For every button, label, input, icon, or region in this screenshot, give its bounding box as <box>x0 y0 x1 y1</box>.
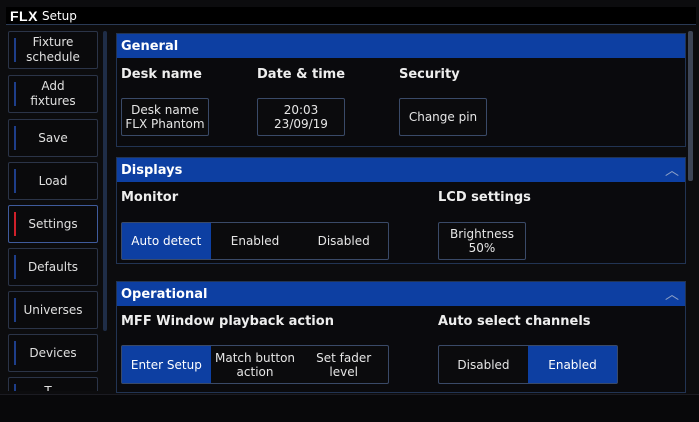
lcd-settings-label: LCD settings <box>438 190 531 205</box>
general-title: General <box>121 38 179 54</box>
auto-select-label: Auto select channels <box>438 314 591 329</box>
window-title: Setup <box>41 8 77 23</box>
mff-option-match-button[interactable]: Match button action <box>211 346 300 383</box>
monitor-option-enabled[interactable]: Enabled <box>211 223 300 259</box>
sidebar-menu: Fixture schedule Add fixtures Save Load … <box>8 31 100 391</box>
monitor-label: Monitor <box>121 190 179 205</box>
auto-option-enabled[interactable]: Enabled <box>528 346 617 383</box>
operational-header[interactable]: Operational ︿ <box>117 282 685 306</box>
chevron-up-icon[interactable]: ︿ <box>665 160 679 180</box>
brightness-button[interactable]: Brightness 50% <box>438 222 526 260</box>
sidebar-item-load[interactable]: Load <box>8 162 98 200</box>
sidebar-item-add-fixtures[interactable]: Add fixtures <box>8 75 98 113</box>
displays-header[interactable]: Displays ︿ <box>117 158 685 182</box>
security-label: Security <box>399 67 460 82</box>
sidebar-item-fixture-schedule[interactable]: Fixture schedule <box>8 31 98 69</box>
chevron-up-icon[interactable]: ︿ <box>665 284 679 304</box>
auto-select-selector: Disabled Enabled <box>438 345 618 384</box>
date-time-label: Date & time <box>257 67 346 82</box>
operational-title: Operational <box>121 286 208 302</box>
date-time-button[interactable]: 20:03 23/09/19 <box>257 98 345 136</box>
general-panel: General Desk name Desk name FLX Phantom … <box>116 33 686 147</box>
auto-option-disabled[interactable]: Disabled <box>439 346 528 383</box>
monitor-option-disabled[interactable]: Disabled <box>299 223 388 259</box>
operational-panel: Operational ︿ MFF Window playback action… <box>116 281 686 393</box>
displays-panel: Displays ︿ Monitor Auto detect Enabled D… <box>116 157 686 264</box>
change-pin-button[interactable]: Change pin <box>399 98 487 136</box>
mff-action-selector: Enter Setup Match button action Set fade… <box>121 345 389 384</box>
sidebar-item-partial[interactable]: T... <box>8 377 98 391</box>
sidebar-item-defaults[interactable]: Defaults <box>8 248 98 286</box>
monitor-selector: Auto detect Enabled Disabled <box>121 222 389 260</box>
desk-name-label: Desk name <box>121 67 202 82</box>
monitor-option-auto-detect[interactable]: Auto detect <box>122 223 211 259</box>
flx-logo: FLX <box>10 7 38 24</box>
mff-option-set-fader[interactable]: Set fader level <box>299 346 388 383</box>
content-scrollbar[interactable] <box>688 31 693 181</box>
sidebar-item-settings[interactable]: Settings <box>8 205 98 243</box>
sidebar-item-save[interactable]: Save <box>8 119 98 157</box>
sidebar-item-devices[interactable]: Devices <box>8 334 98 372</box>
desk-name-button[interactable]: Desk name FLX Phantom <box>121 98 209 136</box>
mff-option-enter-setup[interactable]: Enter Setup <box>122 346 211 383</box>
sidebar-scrollbar[interactable] <box>103 31 107 331</box>
mff-window-label: MFF Window playback action <box>121 314 334 329</box>
title-bar: FLX Setup <box>6 7 696 25</box>
sidebar-item-universes[interactable]: Universes <box>8 291 98 329</box>
general-header: General <box>117 34 685 58</box>
displays-title: Displays <box>121 162 183 178</box>
bottom-bar <box>0 394 699 422</box>
